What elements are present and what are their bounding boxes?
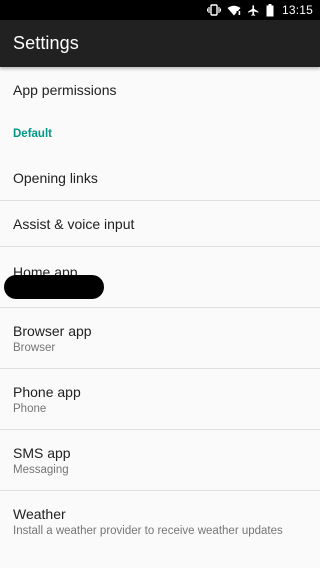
app-permissions-item[interactable]: App permissions bbox=[0, 67, 320, 112]
redaction-mark bbox=[4, 275, 104, 299]
phone-app-item[interactable]: Phone app Phone bbox=[0, 369, 320, 430]
phone-app-label: Phone app bbox=[13, 383, 81, 400]
status-time: 13:15 bbox=[281, 3, 313, 17]
sms-app-summary: Messaging bbox=[13, 463, 69, 476]
page-title: Settings bbox=[13, 33, 79, 53]
status-bar: 13:15 bbox=[0, 0, 320, 20]
toolbar: Settings bbox=[0, 20, 320, 67]
default-category-header: Default bbox=[13, 128, 52, 140]
opening-links-item[interactable]: Opening links bbox=[0, 156, 320, 201]
airplane-icon bbox=[247, 4, 260, 17]
browser-app-item[interactable]: Browser app Browser bbox=[0, 308, 320, 369]
weather-item[interactable]: Weather Install a weather provider to re… bbox=[0, 491, 320, 552]
assist-voice-input-label: Assist & voice input bbox=[13, 215, 135, 232]
sms-app-label: SMS app bbox=[13, 444, 71, 461]
battery-icon bbox=[266, 3, 274, 17]
weather-label: Weather bbox=[13, 506, 66, 522]
opening-links-label: Opening links bbox=[13, 170, 98, 186]
sms-app-item[interactable]: SMS app Messaging bbox=[0, 430, 320, 491]
browser-app-label: Browser app bbox=[13, 322, 92, 339]
weather-summary: Install a weather provider to receive we… bbox=[13, 525, 283, 537]
app-permissions-label: App permissions bbox=[13, 81, 117, 98]
vibrate-icon bbox=[206, 4, 221, 16]
wifi-icon bbox=[227, 5, 241, 16]
settings-list: App permissions Default Opening links As… bbox=[0, 67, 320, 552]
browser-app-summary: Browser bbox=[13, 341, 56, 354]
assist-voice-input-item[interactable]: Assist & voice input bbox=[0, 201, 320, 247]
phone-app-summary: Phone bbox=[13, 402, 47, 415]
